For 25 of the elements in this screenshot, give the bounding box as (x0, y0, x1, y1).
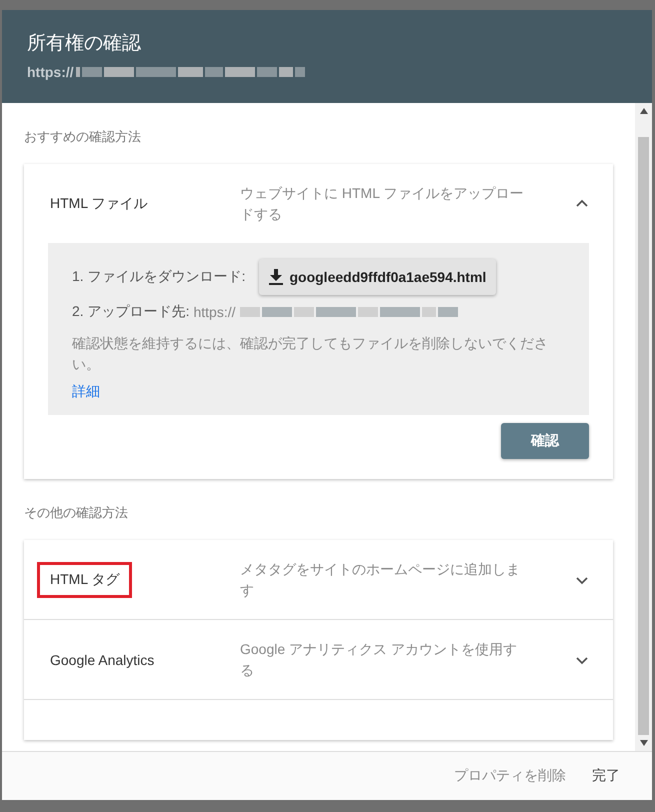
scroll-up-icon[interactable] (640, 108, 648, 114)
scrollbar[interactable] (635, 103, 652, 751)
method-name: HTML タグ (37, 562, 132, 598)
method-row[interactable]: Google Analytics Google アナリティクス アカウントを使用する (24, 619, 613, 699)
note-text: 確認状態を維持するには、確認が完了してもファイルを削除しないでください。 (72, 334, 549, 374)
method-description: Google アナリティクス アカウントを使用する (240, 640, 518, 680)
verify-button[interactable]: 確認 (501, 423, 589, 459)
upload-url: https:// (193, 304, 236, 320)
step-text: 2. アップロード先: (72, 303, 190, 321)
method-description: ウェブサイトに HTML ファイルをアップロードする (240, 184, 524, 224)
done-button[interactable]: 完了 (582, 759, 630, 793)
method-row[interactable]: HTML ファイル ウェブサイトに HTML ファイルをアップロードする (24, 164, 613, 243)
method-description: メタタグをサイトのホームページに追加します (240, 560, 521, 600)
method-row[interactable]: HTML タグ メタタグをサイトのホームページに追加します (24, 540, 613, 619)
section-heading: おすすめの確認方法 (24, 128, 142, 146)
details-link[interactable]: 詳細 (72, 371, 100, 409)
method-name: HTML ファイル (49, 194, 148, 212)
method-name: Google Analytics (49, 650, 156, 670)
site-url: https:// (27, 64, 74, 80)
download-button[interactable]: googleedd9ffdf0a1ae594.html (259, 259, 496, 295)
step-text: 1. ファイルをダウンロード: (72, 268, 246, 286)
section-heading: その他の確認方法 (24, 504, 129, 522)
dialog-title: 所有権の確認 (27, 32, 142, 56)
scroll-down-icon[interactable] (640, 740, 648, 746)
download-icon (269, 269, 284, 285)
